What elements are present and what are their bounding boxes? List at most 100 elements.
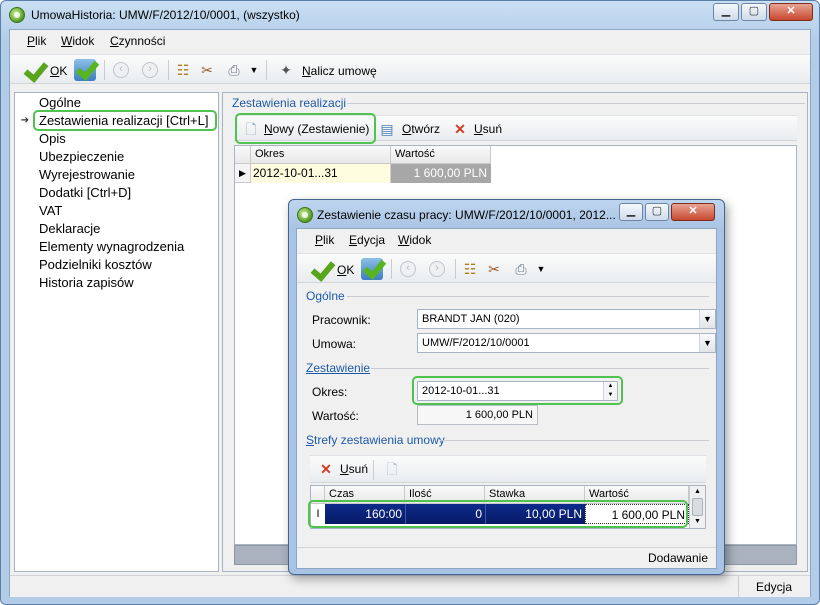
nav-item-deklaracje[interactable]: Deklaracje [39,221,100,236]
tools-icon[interactable]: ✂ [199,62,215,78]
dialog-save-check-icon[interactable] [361,258,383,280]
umowa-value: UMW/F/2012/10/0001 [422,337,530,349]
main-menubar: Plik Widok Czynności [10,30,810,52]
tree-icon[interactable]: ☷ [175,62,191,78]
minimize-button[interactable]: ▁ [713,3,739,21]
main-title: UmowaHistoria: UMW/F/2012/10/0001, (wszy… [31,8,300,22]
strefy-delete-button[interactable]: Usuń [340,462,368,476]
new-document-icon: 🗋 [245,121,257,137]
strefy-toolbar: ✕ Usuń 🗋 [310,455,706,483]
scroll-down-icon[interactable]: ▼ [690,516,705,528]
print-icon[interactable]: ⎙ [513,261,529,277]
prev-icon[interactable]: ‹ [113,62,129,78]
wand-icon[interactable]: ✦ [278,62,294,78]
toolbar-separator [455,259,456,279]
nav-item-ogolne[interactable]: Ogólne [39,95,81,110]
menu-plik[interactable]: Plik [27,34,46,48]
tools-icon[interactable]: ✂ [486,261,502,277]
wartosc-value: 1 600,00 PLN [417,405,538,425]
dialog-client: Plik Edycja Widok OK ‹ › ☷ ✂ ⎙ ▼ Ogólne … [296,228,717,569]
chevron-down-icon[interactable]: ▼ [246,62,262,78]
strefy-grid: Czas Ilość Stawka Wartość ▲ ▼ I 160:00 0… [308,485,706,529]
save-check-icon[interactable] [74,59,96,81]
nav-item-wyrejestrowanie[interactable]: Wyrejestrowanie [39,167,135,182]
group-strefy: Strefy zestawienia umowy [306,433,445,447]
maximize-button[interactable]: ▢ [741,3,767,21]
group-line [347,296,709,297]
nav-item-zestawienia[interactable]: Zestawienia realizacji [Ctrl+L] [39,113,208,128]
menu-widok[interactable]: Widok [61,34,94,48]
dialog-statusbar: Dodawanie [297,547,716,569]
group-line [347,103,805,104]
edit-document-icon[interactable]: 🗋 [384,461,400,477]
dialog-toolbar: OK ‹ › ☷ ✂ ⎙ ▼ [297,253,716,283]
spinner-icon[interactable]: ▲ ▼ [603,382,617,400]
ok-button[interactable]: OK [50,64,67,78]
umowa-label: Umowa: [312,337,357,351]
group-zestawienie: Zestawienie [306,361,371,375]
umowa-select[interactable]: UMW/F/2012/10/0001 ▼ [417,333,716,353]
okres-value: 2012-10-01...31 [422,385,500,397]
dialog-menu-widok[interactable]: Widok [398,233,431,247]
nav-item-elementy[interactable]: Elementy wynagrodzenia [39,239,184,254]
nav-item-ubezpieczenie[interactable]: Ubezpieczenie [39,149,124,164]
scroll-thumb[interactable] [692,498,703,516]
dialog-menu-edycja[interactable]: Edycja [349,233,385,247]
nav-item-podzielniki[interactable]: Podzielniki kosztów [39,257,152,272]
status-divider [738,576,739,598]
main-statusbar: Edycja [10,575,810,598]
close-button[interactable]: ✕ [769,3,813,21]
grid-header-wartosc[interactable]: Wartość [391,146,491,164]
highlight-ring [308,500,688,528]
dialog-ok-check-icon[interactable] [311,258,333,280]
dialog-title: Zestawienie czasu pracy: UMW/F/2012/10/0… [317,208,616,222]
grid-scrollbar[interactable]: ▲ ▼ [689,486,705,528]
cell-wartosc[interactable]: 1 600,00 PLN [391,164,491,183]
dialog-ok-button[interactable]: OK [337,263,354,277]
main-titlebar[interactable]: UmowaHistoria: UMW/F/2012/10/0001, (wszy… [1,1,819,29]
nav-item-historia[interactable]: Historia zapisów [39,275,134,290]
dialog-prev-icon[interactable]: ‹ [400,261,416,277]
ok-check-icon[interactable] [24,59,46,81]
wartosc-label: Wartość: [312,409,359,423]
open-button[interactable]: Otwórz [402,122,440,136]
menu-czynnosci[interactable]: Czynności [110,34,165,48]
toolbar-separator [168,60,169,80]
next-icon[interactable]: › [142,62,158,78]
tree-icon[interactable]: ☷ [462,261,478,277]
nav-item-dodatki[interactable]: Dodatki [Ctrl+D] [39,185,131,200]
chevron-down-icon[interactable]: ▼ [533,261,549,277]
okres-input[interactable]: 2012-10-01...31 ▲ ▼ [417,381,618,401]
grid-row-header [235,146,251,164]
open-icon: ▤ [380,121,394,137]
dialog-titlebar[interactable]: Zestawienie czasu pracy: UMW/F/2012/10/0… [289,200,724,228]
dialog-minimize-button[interactable]: ▁ [619,203,643,221]
new-button[interactable]: Nowy (Zestawienie) [264,122,369,136]
cell-okres[interactable]: 2012-10-01...31 [251,164,391,183]
nav-item-vat[interactable]: VAT [39,203,62,218]
okres-label: Okres: [312,385,348,399]
app-icon [297,207,313,223]
dialog-menubar: Plik Edycja Widok [297,229,716,251]
chevron-down-icon[interactable]: ▼ [699,310,715,328]
dialog-close-button[interactable]: ✕ [671,203,715,221]
pracownik-select[interactable]: BRANDT JAN (020) ▼ [417,309,716,329]
chevron-down-icon[interactable]: ▼ [699,334,715,352]
dialog-maximize-button[interactable]: ▢ [645,203,669,221]
dialog-menu-plik[interactable]: Plik [315,233,334,247]
grid-header-okres[interactable]: Okres [251,146,391,164]
nav-item-opis[interactable]: Opis [39,131,66,146]
print-icon[interactable]: ⎙ [226,62,242,78]
delete-button[interactable]: Usuń [474,122,502,136]
toolbar-separator [266,60,267,80]
nav-list: ➔ Ogólne Zestawienia realizacji [Ctrl+L]… [14,92,219,572]
scroll-up-icon[interactable]: ▲ [690,486,705,498]
group-ogolne: Ogólne [306,289,345,303]
pracownik-value: BRANDT JAN (020) [422,313,520,325]
delete-icon: ✕ [454,121,466,137]
calculate-contract-button[interactable]: Nalicz umowę [302,64,377,78]
toolbar-separator [391,259,392,279]
dialog-next-icon[interactable]: › [429,261,445,277]
toolbar-separator [104,60,105,80]
dialog-window: Zestawienie czasu pracy: UMW/F/2012/10/0… [288,199,725,575]
